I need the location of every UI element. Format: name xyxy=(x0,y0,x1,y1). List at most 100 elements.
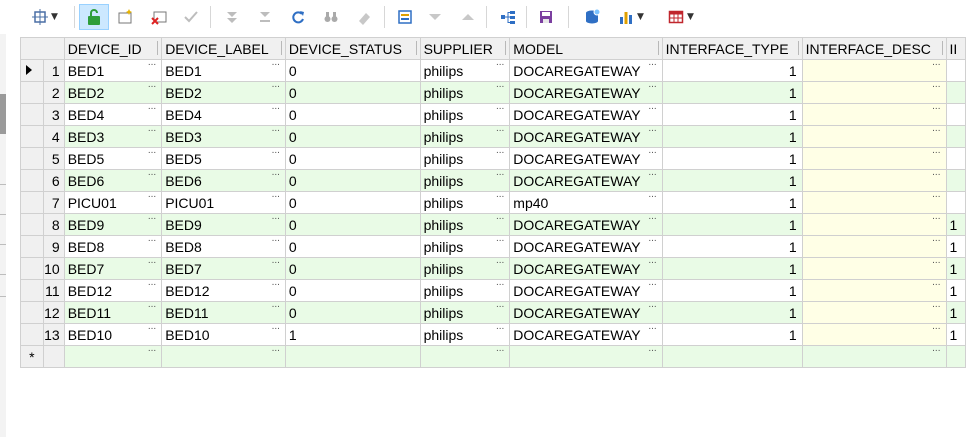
cell-device-status[interactable]: 0 xyxy=(284,59,421,82)
ellipsis-button[interactable]: ... xyxy=(148,149,156,157)
ellipsis-button[interactable]: ... xyxy=(272,83,280,91)
cell-interface-desc[interactable]: ... xyxy=(801,81,947,104)
cell-device-id[interactable]: BED12... xyxy=(63,279,163,302)
ellipsis-button[interactable]: ... xyxy=(148,347,156,355)
cell-interface-type[interactable]: 1 xyxy=(661,125,803,148)
cell-next-column[interactable] xyxy=(945,125,966,148)
table-row[interactable]: 5 BED5... BED5... 0 philips... DOCAREGATEWAY.… xyxy=(20,147,966,170)
ellipsis-button[interactable]: ... xyxy=(272,193,280,201)
cell-device-label[interactable]: BED6... xyxy=(161,169,286,192)
cell-interface-desc[interactable]: ... xyxy=(801,345,947,368)
cell-device-id[interactable]: BED4... xyxy=(63,103,163,126)
cell-device-id[interactable]: BED9... xyxy=(63,213,163,236)
table-row[interactable]: 9 BED8... BED8... 0 philips... DOCAREGATEWAY.… xyxy=(20,235,966,258)
delete-record-button[interactable] xyxy=(146,4,172,30)
cell-model[interactable]: mp40... xyxy=(509,191,663,214)
cell-model[interactable]: DOCAREGATEWAY... xyxy=(509,323,663,346)
ellipsis-button[interactable]: ... xyxy=(496,303,504,311)
row-indicator[interactable] xyxy=(20,301,44,324)
cell-next-column[interactable] xyxy=(945,103,966,126)
cell-device-status[interactable]: 0 xyxy=(284,147,421,170)
ellipsis-button[interactable]: ... xyxy=(496,61,504,69)
column-header-device-id[interactable]: DEVICE_ID xyxy=(63,37,163,60)
post-button[interactable] xyxy=(178,4,204,30)
cell-device-id[interactable]: BED2... xyxy=(63,81,163,104)
ellipsis-button[interactable]: ... xyxy=(932,237,940,245)
ellipsis-button[interactable]: ... xyxy=(148,105,156,113)
ellipsis-button[interactable]: ... xyxy=(496,281,504,289)
ellipsis-button[interactable]: ... xyxy=(272,171,280,179)
ellipsis-button[interactable]: ... xyxy=(496,193,504,201)
ellipsis-button[interactable]: ... xyxy=(496,127,504,135)
column-resize-handle[interactable] xyxy=(505,41,509,55)
cell-interface-desc[interactable]: ... xyxy=(801,103,947,126)
ellipsis-button[interactable]: ... xyxy=(148,325,156,333)
ellipsis-button[interactable]: ... xyxy=(272,127,280,135)
ellipsis-button[interactable]: ... xyxy=(272,61,280,69)
ellipsis-button[interactable]: ... xyxy=(648,259,656,267)
query-button[interactable] xyxy=(580,4,606,30)
cell-interface-type[interactable]: 1 xyxy=(661,213,803,236)
ellipsis-button[interactable]: ... xyxy=(272,347,280,355)
cell-device-label[interactable]: BED12... xyxy=(161,279,286,302)
column-header-supplier[interactable]: SUPPLIER xyxy=(419,37,511,60)
table-row[interactable]: 11 BED12... BED12... 0 philips... DOCAREGATEW… xyxy=(20,279,966,302)
ellipsis-button[interactable]: ... xyxy=(496,347,504,355)
cell-device-id[interactable]: PICU01... xyxy=(63,191,163,214)
cell-next-column[interactable]: 1 xyxy=(945,279,966,302)
cell-device-id[interactable]: BED5... xyxy=(63,147,163,170)
cell-device-label[interactable]: ... xyxy=(161,345,286,368)
table-row[interactable]: 3 BED4... BED4... 0 philips... DOCAREGATEWAY.… xyxy=(20,103,966,126)
cell-supplier[interactable]: philips... xyxy=(419,125,511,148)
ellipsis-button[interactable]: ... xyxy=(496,325,504,333)
cell-device-status[interactable]: 0 xyxy=(284,191,421,214)
cell-device-status[interactable]: 0 xyxy=(284,103,421,126)
cell-next-column[interactable]: 1 xyxy=(945,301,966,324)
ellipsis-button[interactable]: ... xyxy=(648,105,656,113)
cell-model[interactable]: DOCAREGATEWAY... xyxy=(509,257,663,280)
cell-device-status[interactable]: 0 xyxy=(284,301,421,324)
ellipsis-button[interactable]: ... xyxy=(932,149,940,157)
ellipsis-button[interactable]: ... xyxy=(148,281,156,289)
ellipsis-button[interactable]: ... xyxy=(932,281,940,289)
cell-device-id[interactable]: BED11... xyxy=(63,301,163,324)
row-indicator[interactable] xyxy=(20,125,44,148)
cell-model[interactable]: DOCAREGATEWAY... xyxy=(509,235,663,258)
ellipsis-button[interactable]: ... xyxy=(272,303,280,311)
grid-corner[interactable] xyxy=(20,37,65,60)
ellipsis-button[interactable]: ... xyxy=(148,193,156,201)
ellipsis-button[interactable]: ... xyxy=(648,61,656,69)
cell-device-status[interactable] xyxy=(284,345,421,368)
cell-supplier[interactable]: ... xyxy=(419,345,511,368)
table-row[interactable]: 2 BED2... BED2... 0 philips... DOCAREGATEWAY.… xyxy=(20,81,966,104)
ellipsis-button[interactable]: ... xyxy=(148,127,156,135)
column-resize-handle[interactable] xyxy=(415,41,420,55)
table-row[interactable]: 1 BED1... BED1... 0 philips... DOCAREGATEWAY.… xyxy=(20,59,966,82)
panel-splitter[interactable] xyxy=(0,94,6,134)
ellipsis-button[interactable]: ... xyxy=(932,193,940,201)
row-indicator[interactable] xyxy=(20,257,44,280)
cell-device-label[interactable]: BED5... xyxy=(161,147,286,170)
ellipsis-button[interactable]: ... xyxy=(496,105,504,113)
cell-device-label[interactable]: PICU01... xyxy=(161,191,286,214)
move-up-button[interactable] xyxy=(455,4,481,30)
row-indicator[interactable] xyxy=(20,279,44,302)
cell-interface-type[interactable]: 1 xyxy=(661,147,803,170)
ellipsis-button[interactable]: ... xyxy=(648,149,656,157)
next-record-button[interactable] xyxy=(252,4,278,30)
cell-interface-type[interactable]: 1 xyxy=(661,103,803,126)
table-row[interactable]: 8 BED9... BED9... 0 philips... DOCAREGATEWAY.… xyxy=(20,213,966,236)
cell-next-column[interactable] xyxy=(945,147,966,170)
ellipsis-button[interactable]: ... xyxy=(648,303,656,311)
cell-model[interactable]: DOCAREGATEWAY... xyxy=(509,81,663,104)
ellipsis-button[interactable]: ... xyxy=(148,237,156,245)
table-row[interactable]: 6 BED6... BED6... 0 philips... DOCAREGATEWAY.… xyxy=(20,169,966,192)
ellipsis-button[interactable]: ... xyxy=(148,61,156,69)
ellipsis-button[interactable]: ... xyxy=(272,259,280,267)
ellipsis-button[interactable]: ... xyxy=(932,171,940,179)
cell-device-status[interactable]: 0 xyxy=(284,235,421,258)
ellipsis-button[interactable]: ... xyxy=(496,149,504,157)
cell-interface-desc[interactable]: ... xyxy=(801,213,947,236)
ellipsis-button[interactable]: ... xyxy=(932,347,940,355)
ellipsis-button[interactable]: ... xyxy=(648,215,656,223)
